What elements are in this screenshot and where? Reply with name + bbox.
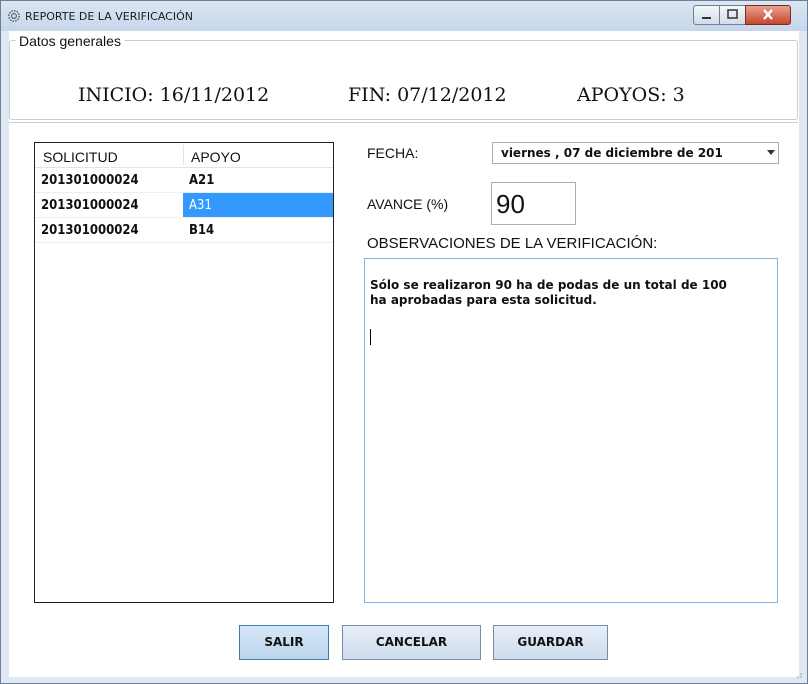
fin-label: FIN: 07/12/2012 bbox=[348, 84, 507, 106]
avance-value: 90 bbox=[496, 189, 525, 219]
table-row[interactable]: 201301000024 A21 bbox=[35, 168, 333, 193]
maximize-button[interactable] bbox=[719, 5, 746, 25]
salir-button[interactable]: SALIR bbox=[239, 625, 329, 660]
minimize-button[interactable] bbox=[693, 5, 720, 25]
apoyos-label: APOYOS: 3 bbox=[577, 84, 685, 106]
cell-solicitud: 201301000024 bbox=[41, 173, 139, 188]
cell-apoyo: A31 bbox=[189, 198, 212, 213]
groupbox-legend: Datos generales bbox=[16, 33, 124, 49]
resize-grip-icon[interactable] bbox=[794, 670, 802, 678]
avance-input[interactable]: 90 bbox=[491, 182, 576, 225]
listview-header: SOLICITUD APOYO bbox=[35, 143, 333, 168]
text-caret bbox=[370, 329, 371, 345]
fecha-datepicker[interactable]: viernes , 07 de diciembre de 201 bbox=[492, 142, 779, 164]
gear-icon bbox=[8, 10, 20, 22]
cell-solicitud: 201301000024 bbox=[41, 223, 139, 238]
fecha-label: FECHA: bbox=[367, 145, 419, 161]
minimize-icon bbox=[702, 17, 711, 19]
chevron-down-icon[interactable] bbox=[767, 150, 775, 155]
observaciones-textarea[interactable]: Sólo se realizaron 90 ha de podas de un … bbox=[364, 258, 778, 603]
cell-apoyo: A21 bbox=[189, 173, 215, 188]
cell-solicitud: 201301000024 bbox=[41, 198, 139, 213]
cell-apoyo: B14 bbox=[189, 223, 215, 238]
fecha-value: viernes , 07 de diciembre de 201 bbox=[501, 146, 723, 160]
observaciones-label: OBSERVACIONES DE LA VERIFICACIÓN: bbox=[367, 235, 658, 252]
close-icon bbox=[763, 9, 773, 20]
maximize-icon bbox=[727, 9, 738, 19]
table-row[interactable]: 201301000024 A31 bbox=[35, 193, 333, 218]
inicio-label: INICIO: 16/11/2012 bbox=[78, 84, 270, 106]
table-row[interactable]: 201301000024 B14 bbox=[35, 218, 333, 243]
apoyos-listview[interactable]: SOLICITUD APOYO 201301000024 A21 2013010… bbox=[34, 142, 334, 603]
cancelar-button[interactable]: CANCELAR bbox=[342, 625, 481, 660]
column-header-solicitud[interactable]: SOLICITUD bbox=[43, 149, 118, 165]
column-header-apoyo[interactable]: APOYO bbox=[191, 149, 241, 165]
observaciones-text: Sólo se realizaron 90 ha de podas de un … bbox=[370, 278, 727, 307]
general-data-groupbox bbox=[9, 40, 798, 120]
divider bbox=[9, 122, 798, 123]
close-button[interactable] bbox=[745, 5, 791, 25]
column-separator[interactable] bbox=[183, 145, 184, 165]
title-bar[interactable]: REPORTE DE LA VERIFICACIÓN bbox=[1, 1, 807, 31]
window-title: REPORTE DE LA VERIFICACIÓN bbox=[25, 10, 193, 23]
avance-label: AVANCE (%) bbox=[367, 196, 449, 212]
guardar-button[interactable]: GUARDAR bbox=[493, 625, 608, 660]
